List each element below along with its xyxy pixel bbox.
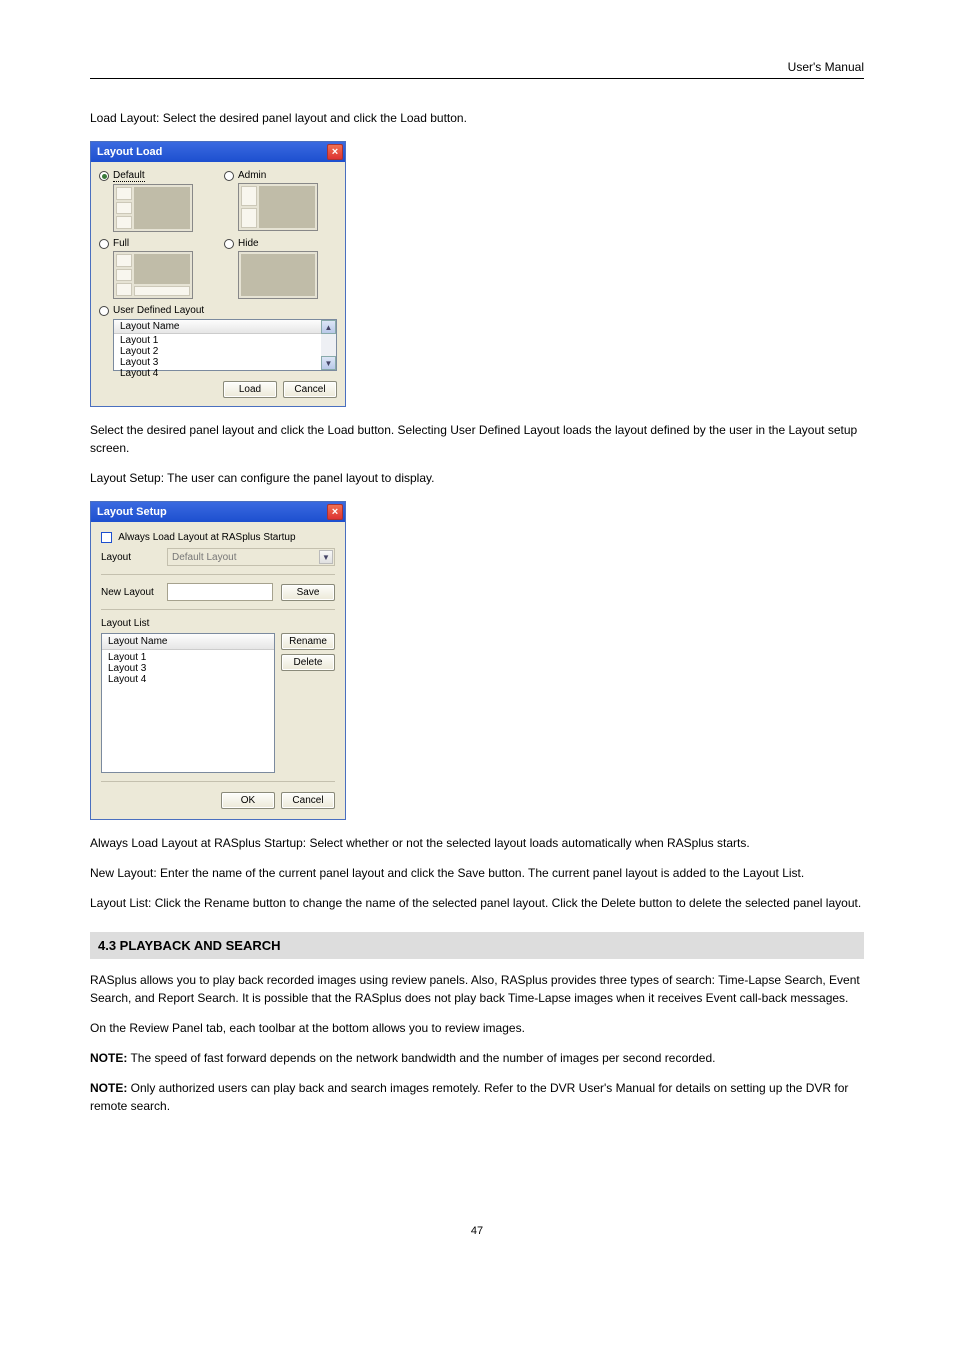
header-manual-title: User's Manual [90, 60, 864, 74]
radio-label: Admin [238, 170, 266, 181]
radio-hide[interactable]: Hide [224, 238, 337, 249]
radio-icon [224, 171, 234, 181]
checkbox-icon [101, 532, 112, 543]
delete-button[interactable]: Delete [281, 654, 335, 671]
layout-setup-dialog: Layout Setup × Always Load Layout at RAS… [90, 501, 346, 820]
new-layout-input[interactable] [167, 583, 273, 601]
layout-load-dialog: Layout Load × Default [90, 141, 346, 407]
list-header: Layout Name [102, 634, 274, 650]
close-icon[interactable]: × [327, 144, 343, 160]
scroll-up-icon[interactable]: ▲ [321, 320, 336, 334]
radio-icon [224, 239, 234, 249]
para-layout-list: Layout List: Click the Rename button to … [90, 894, 864, 912]
para-note-1: NOTE: The speed of fast forward depends … [90, 1049, 864, 1067]
radio-label: Hide [238, 238, 259, 249]
layout-dropdown[interactable]: Default Layout ▼ [167, 548, 335, 566]
list-item[interactable]: Layout 2 [120, 346, 315, 357]
para-load-layout-intro: Load Layout: Select the desired panel la… [90, 109, 864, 127]
note-label: NOTE: [90, 1081, 127, 1095]
close-icon[interactable]: × [327, 504, 343, 520]
always-load-checkbox[interactable]: Always Load Layout at RASplus Startup [101, 532, 335, 543]
radio-user-defined[interactable]: User Defined Layout [99, 305, 337, 316]
chevron-down-icon: ▼ [319, 550, 333, 564]
radio-admin[interactable]: Admin [224, 170, 337, 181]
section-heading-4-3: 4.3 PLAYBACK AND SEARCH [90, 932, 864, 959]
save-button[interactable]: Save [281, 584, 335, 601]
radio-default[interactable]: Default [99, 170, 212, 182]
divider [101, 574, 335, 575]
radio-icon [99, 171, 109, 181]
preview-admin [238, 183, 318, 231]
layout-list-label: Layout List [101, 618, 335, 629]
ok-button[interactable]: OK [221, 792, 275, 809]
list-item[interactable]: Layout 1 [108, 652, 268, 663]
cancel-button[interactable]: Cancel [281, 792, 335, 809]
para-new-layout: New Layout: Enter the name of the curren… [90, 864, 864, 882]
preview-default [113, 184, 193, 232]
para-note-2: NOTE: Only authorized users can play bac… [90, 1079, 864, 1115]
list-item[interactable]: Layout 4 [120, 368, 315, 379]
dropdown-value: Default Layout [172, 552, 237, 563]
layout-list[interactable]: Layout Name Layout 1 Layout 3 Layout 4 [101, 633, 275, 773]
list-header: Layout Name [114, 320, 321, 334]
divider [101, 609, 335, 610]
checkbox-label: Always Load Layout at RASplus Startup [118, 532, 295, 543]
scrollbar[interactable]: ▲ ▼ [321, 320, 336, 370]
note-label: NOTE: [90, 1051, 127, 1065]
divider [101, 781, 335, 782]
new-layout-label: New Layout [101, 587, 159, 598]
list-item[interactable]: Layout 3 [108, 663, 268, 674]
radio-full[interactable]: Full [99, 238, 212, 249]
radio-icon [99, 306, 109, 316]
layout-label: Layout [101, 552, 159, 563]
preview-full [113, 251, 193, 299]
para-review-panel: On the Review Panel tab, each toolbar at… [90, 1019, 864, 1037]
para-always-load: Always Load Layout at RASplus Startup: S… [90, 834, 864, 852]
load-button[interactable]: Load [223, 381, 277, 398]
dialog-titlebar: Layout Load × [91, 142, 345, 162]
list-item[interactable]: Layout 4 [108, 674, 268, 685]
rename-button[interactable]: Rename [281, 633, 335, 650]
cancel-button[interactable]: Cancel [283, 381, 337, 398]
preview-hide [238, 251, 318, 299]
dialog-title: Layout Load [97, 146, 162, 158]
dialog-title: Layout Setup [97, 506, 167, 518]
radio-label: Default [113, 170, 145, 182]
para-4-3: RASplus allows you to play back recorded… [90, 971, 864, 1007]
list-item[interactable]: Layout 3 [120, 357, 315, 368]
dialog-titlebar: Layout Setup × [91, 502, 345, 522]
radio-label: Full [113, 238, 129, 249]
user-layout-listbox[interactable]: Layout Name Layout 1 Layout 2 Layout 3 L… [113, 319, 337, 371]
top-rule [90, 78, 864, 79]
para-load-desc: Select the desired panel layout and clic… [90, 421, 864, 457]
radio-icon [99, 239, 109, 249]
page-number: 47 [90, 1225, 864, 1237]
list-item[interactable]: Layout 1 [120, 335, 315, 346]
scroll-down-icon[interactable]: ▼ [321, 356, 336, 370]
para-layout-setup-intro: Layout Setup: The user can configure the… [90, 469, 864, 487]
radio-label: User Defined Layout [113, 305, 204, 316]
